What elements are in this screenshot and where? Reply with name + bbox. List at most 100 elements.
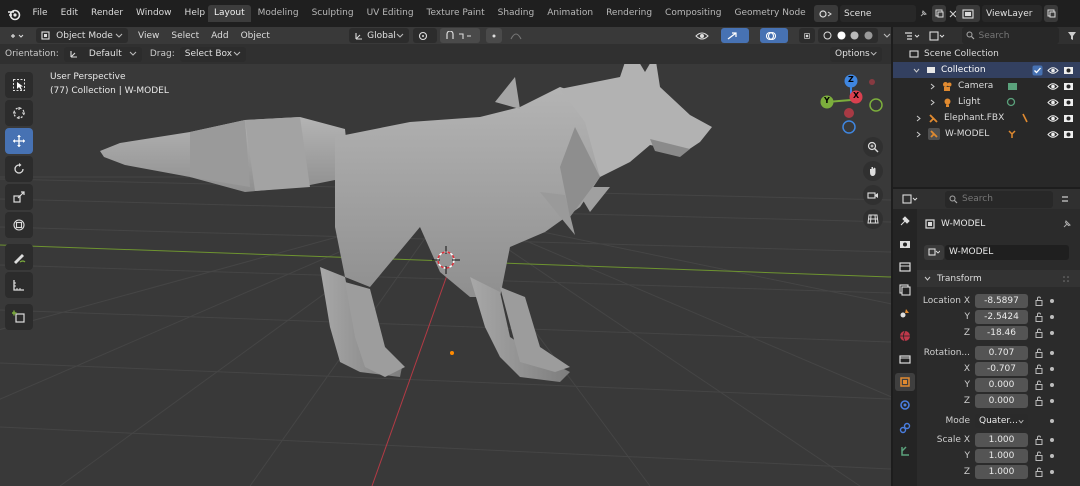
scale-tool[interactable] bbox=[5, 184, 33, 210]
lock-icon[interactable] bbox=[1034, 451, 1044, 461]
exclude-checkbox-icon[interactable] bbox=[1032, 65, 1043, 76]
select-menu[interactable]: Select bbox=[165, 31, 205, 41]
keyframe-dot-icon[interactable] bbox=[1050, 331, 1054, 335]
camera-view-button[interactable] bbox=[863, 185, 883, 205]
display-mode-dropdown[interactable] bbox=[926, 27, 947, 44]
tab-constraints[interactable] bbox=[895, 419, 915, 437]
render-camera-icon[interactable] bbox=[1063, 65, 1074, 75]
rotation-mode-dropdown[interactable]: Quater... bbox=[975, 414, 1028, 428]
add-cube-tool[interactable] bbox=[5, 304, 33, 330]
tab-compositing[interactable]: Compositing bbox=[659, 5, 727, 22]
properties-options-button[interactable] bbox=[1057, 191, 1073, 208]
transform-orientation-dropdown[interactable]: Global bbox=[349, 28, 409, 43]
lock-icon[interactable] bbox=[1034, 348, 1044, 358]
render-camera-icon[interactable] bbox=[1063, 97, 1074, 107]
lock-icon[interactable] bbox=[1034, 467, 1044, 477]
lock-icon[interactable] bbox=[1034, 364, 1044, 374]
proportional-falloff-button[interactable] bbox=[506, 28, 526, 43]
eye-icon[interactable] bbox=[1047, 130, 1059, 139]
outliner-row-camera[interactable]: Camera bbox=[893, 78, 1080, 94]
lock-icon[interactable] bbox=[1034, 380, 1044, 390]
blender-logo-icon[interactable] bbox=[7, 7, 21, 21]
select-box-tool[interactable] bbox=[5, 72, 33, 98]
outliner-search-field[interactable]: Search bbox=[961, 27, 1059, 44]
chevron-right-icon[interactable] bbox=[929, 99, 936, 106]
chevron-right-icon[interactable] bbox=[915, 131, 922, 138]
location-y-field[interactable]: -2.5424 bbox=[975, 310, 1028, 324]
tab-shading[interactable]: Shading bbox=[492, 5, 541, 22]
object-name-field[interactable]: W-MODEL bbox=[945, 244, 1069, 260]
rotation-x-field[interactable]: -0.707 bbox=[975, 362, 1028, 376]
scale-y-field[interactable]: 1.000 bbox=[975, 449, 1028, 463]
lock-icon[interactable] bbox=[1034, 435, 1044, 445]
pin-scene-icon[interactable] bbox=[916, 5, 930, 22]
tab-geometry-nodes[interactable]: Geometry Node bbox=[728, 5, 811, 22]
transform-tool[interactable] bbox=[5, 212, 33, 238]
lock-icon[interactable] bbox=[1034, 396, 1044, 406]
rotation-w-field[interactable]: 0.707 bbox=[975, 346, 1028, 360]
tab-rendering[interactable]: Rendering bbox=[600, 5, 658, 22]
outliner-editor-type-button[interactable] bbox=[899, 27, 924, 44]
properties-search-field[interactable]: Search bbox=[945, 190, 1053, 208]
lock-icon[interactable] bbox=[1034, 312, 1044, 322]
properties-editor-type-button[interactable] bbox=[897, 191, 923, 208]
outliner-filter-button[interactable] bbox=[1065, 27, 1080, 44]
tab-tool[interactable] bbox=[895, 212, 915, 230]
tool-orientation-dropdown[interactable]: Default bbox=[63, 46, 142, 62]
keyframe-dot-icon[interactable] bbox=[1050, 399, 1054, 403]
menu-help[interactable]: Help bbox=[178, 0, 212, 27]
tab-scene[interactable] bbox=[895, 304, 915, 322]
view-menu[interactable]: View bbox=[132, 31, 165, 41]
measure-tool[interactable] bbox=[5, 272, 33, 298]
outliner-row-elephant[interactable]: Elephant.FBX bbox=[893, 110, 1080, 126]
keyframe-dot-icon[interactable] bbox=[1050, 419, 1054, 423]
scale-x-field[interactable]: 1.000 bbox=[975, 433, 1028, 447]
tab-output[interactable] bbox=[895, 258, 915, 276]
render-camera-icon[interactable] bbox=[1063, 81, 1074, 91]
rotate-tool[interactable] bbox=[5, 156, 33, 182]
tab-world[interactable] bbox=[895, 327, 915, 345]
pan-button[interactable] bbox=[863, 161, 883, 181]
eye-icon[interactable] bbox=[1047, 114, 1059, 123]
3d-viewport[interactable]: Z Y X Object Mode View Select Add Object… bbox=[0, 27, 891, 486]
editor-type-button[interactable] bbox=[4, 28, 32, 43]
tab-collection[interactable] bbox=[895, 350, 915, 368]
eye-icon[interactable] bbox=[1047, 66, 1059, 75]
shading-mode-buttons[interactable] bbox=[818, 28, 878, 43]
overlays-toggle[interactable] bbox=[760, 28, 788, 43]
tab-sculpting[interactable]: Sculpting bbox=[306, 5, 360, 22]
proportional-edit-toggle[interactable] bbox=[486, 28, 502, 43]
tab-view-layer[interactable] bbox=[895, 281, 915, 299]
shading-options-dropdown[interactable] bbox=[881, 28, 891, 43]
eye-icon[interactable] bbox=[1047, 98, 1059, 107]
menu-edit[interactable]: Edit bbox=[54, 0, 84, 27]
menu-window[interactable]: Window bbox=[130, 0, 179, 27]
tab-object[interactable] bbox=[895, 373, 915, 391]
view-layer-field[interactable]: ViewLayer bbox=[982, 5, 1042, 22]
keyframe-dot-icon[interactable] bbox=[1050, 367, 1054, 371]
snap-toggle[interactable] bbox=[440, 28, 480, 43]
options-dropdown[interactable]: Options bbox=[830, 46, 882, 62]
pivot-point-dropdown[interactable] bbox=[413, 28, 437, 43]
transform-panel-header[interactable]: Transform bbox=[917, 270, 1080, 287]
perspective-toggle-button[interactable] bbox=[863, 209, 883, 229]
new-view-layer-button[interactable] bbox=[1044, 5, 1058, 22]
menu-file[interactable]: File bbox=[26, 0, 54, 27]
tab-uv-editing[interactable]: UV Editing bbox=[361, 5, 420, 22]
tab-modifiers[interactable] bbox=[895, 396, 915, 414]
zoom-button[interactable] bbox=[863, 137, 883, 157]
render-camera-icon[interactable] bbox=[1063, 129, 1074, 139]
menu-render[interactable]: Render bbox=[85, 0, 130, 27]
tab-modeling[interactable]: Modeling bbox=[252, 5, 305, 22]
drag-dropdown[interactable]: Select Box bbox=[179, 46, 246, 62]
scene-browse-button[interactable] bbox=[814, 5, 838, 22]
scene-name-field[interactable]: Scene bbox=[840, 5, 916, 22]
gizmo-toggle[interactable] bbox=[721, 28, 749, 43]
render-camera-icon[interactable] bbox=[1063, 113, 1074, 123]
annotate-tool[interactable] bbox=[5, 244, 33, 270]
chevron-right-icon[interactable] bbox=[929, 83, 936, 90]
outliner-row-w-model[interactable]: W-MODEL bbox=[893, 126, 1080, 142]
wolf-model[interactable] bbox=[100, 47, 712, 382]
eye-icon[interactable] bbox=[1047, 82, 1059, 91]
tab-animation[interactable]: Animation bbox=[541, 5, 599, 22]
